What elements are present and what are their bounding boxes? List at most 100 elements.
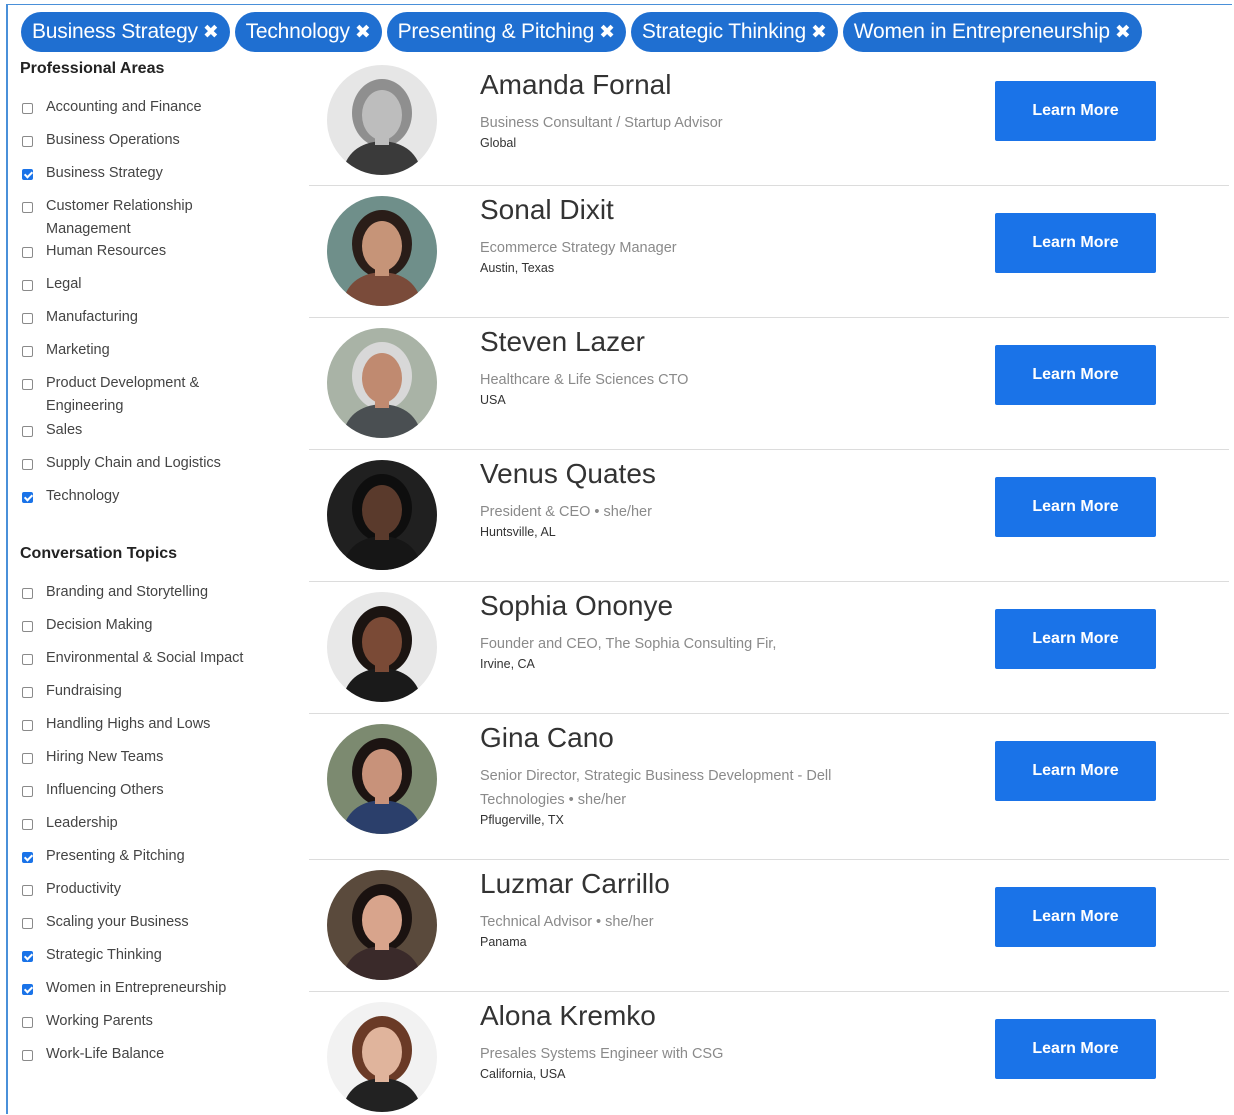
checkbox[interactable] — [22, 819, 33, 830]
checkbox[interactable] — [22, 588, 33, 599]
filter-option[interactable]: Women in Entrepreneurship — [20, 980, 280, 1000]
mentor-info: Sonal Dixit Ecommerce Strategy Manager Aus… — [480, 194, 900, 276]
filter-option[interactable]: Hiring New Teams — [20, 749, 280, 769]
learn-more-button[interactable]: Learn More — [995, 887, 1156, 947]
filter-option-label: Handling Highs and Lows — [46, 716, 211, 732]
mentor-name[interactable]: Sophia Ononye — [480, 590, 900, 622]
avatar[interactable] — [327, 724, 437, 834]
avatar[interactable] — [327, 870, 437, 980]
mentor-info: Steven Lazer Healthcare & Life Sciences C… — [480, 326, 900, 408]
avatar[interactable] — [327, 460, 437, 570]
close-x-icon[interactable]: ✖ — [203, 23, 219, 42]
mentor-location: USA — [480, 393, 506, 407]
checkbox-checked[interactable] — [22, 169, 33, 180]
filter-option[interactable]: Product Development & Engineering — [20, 375, 280, 418]
filter-option[interactable]: Accounting and Finance — [20, 99, 280, 119]
checkbox[interactable] — [22, 379, 33, 390]
checkbox-checked[interactable] — [22, 951, 33, 962]
checkbox[interactable] — [22, 687, 33, 698]
filter-option[interactable]: Strategic Thinking — [20, 947, 280, 967]
filter-option[interactable]: Legal — [20, 276, 280, 296]
filter-option[interactable]: Decision Making — [20, 617, 280, 637]
learn-more-button[interactable]: Learn More — [995, 81, 1156, 141]
mentor-card: Alona Kremko Presales Systems Engineer wi… — [309, 991, 1229, 1115]
filter-chip[interactable]: Business Strategy ✖ — [21, 12, 230, 52]
filter-option[interactable]: Scaling your Business — [20, 914, 280, 934]
filter-option[interactable]: Supply Chain and Logistics — [20, 455, 280, 475]
filter-option[interactable]: Manufacturing — [20, 309, 280, 329]
avatar[interactable] — [327, 592, 437, 702]
filter-option-label: Marketing — [46, 342, 110, 358]
filter-option[interactable]: Business Operations — [20, 132, 280, 152]
avatar[interactable] — [327, 65, 437, 175]
checkbox[interactable] — [22, 313, 33, 324]
checkbox[interactable] — [22, 885, 33, 896]
filter-option[interactable]: Human Resources — [20, 243, 280, 263]
mentor-name[interactable]: Gina Cano — [480, 722, 900, 754]
filter-option[interactable]: Technology — [20, 488, 280, 508]
filter-option[interactable]: Presenting & Pitching — [20, 848, 280, 868]
filter-option[interactable]: Leadership — [20, 815, 280, 835]
checkbox[interactable] — [22, 918, 33, 929]
filter-option[interactable]: Work-Life Balance — [20, 1046, 280, 1066]
checkbox[interactable] — [22, 753, 33, 764]
mentor-role: Senior Director, Strategic Business Deve… — [480, 768, 832, 808]
checkbox[interactable] — [22, 654, 33, 665]
filter-option[interactable]: Productivity — [20, 881, 280, 901]
mentor-role: Presales Systems Engineer with CSG — [480, 1046, 724, 1062]
filter-option[interactable]: Fundraising — [20, 683, 280, 703]
learn-more-button[interactable]: Learn More — [995, 609, 1156, 669]
checkbox-checked[interactable] — [22, 984, 33, 995]
filter-chip[interactable]: Strategic Thinking ✖ — [630, 12, 838, 52]
filter-option[interactable]: Branding and Storytelling — [20, 584, 280, 604]
mentor-name[interactable]: Alona Kremko — [480, 1000, 900, 1032]
filter-option[interactable]: Business Strategy — [20, 165, 280, 185]
mentor-name[interactable]: Luzmar Carrillo — [480, 868, 900, 900]
mentor-location: Irvine, CA — [480, 657, 535, 671]
learn-more-button[interactable]: Learn More — [995, 741, 1156, 801]
checkbox[interactable] — [22, 1050, 33, 1061]
checkbox-checked[interactable] — [22, 492, 33, 503]
checkbox-checked[interactable] — [22, 852, 33, 863]
filter-option-label: Leadership — [46, 815, 118, 831]
checkbox[interactable] — [22, 346, 33, 357]
mentor-name[interactable]: Steven Lazer — [480, 326, 900, 358]
avatar[interactable] — [327, 328, 437, 438]
filter-option[interactable]: Handling Highs and Lows — [20, 716, 280, 736]
checkbox[interactable] — [22, 426, 33, 437]
learn-more-button[interactable]: Learn More — [995, 477, 1156, 537]
filter-option[interactable]: Working Parents — [20, 1013, 280, 1033]
filter-option[interactable]: Customer Relationship Management — [20, 198, 280, 241]
checkbox[interactable] — [22, 202, 33, 213]
checkbox[interactable] — [22, 786, 33, 797]
learn-more-button[interactable]: Learn More — [995, 213, 1156, 273]
mentor-name[interactable]: Sonal Dixit — [480, 194, 900, 226]
checkbox[interactable] — [22, 621, 33, 632]
filter-option[interactable]: Environmental & Social Impact — [20, 650, 280, 670]
checkbox[interactable] — [22, 280, 33, 291]
close-x-icon[interactable]: ✖ — [1115, 23, 1131, 42]
filter-option[interactable]: Sales — [20, 422, 280, 442]
learn-more-button[interactable]: Learn More — [995, 1019, 1156, 1079]
filter-chip[interactable]: Technology ✖ — [234, 12, 382, 52]
filter-chip[interactable]: Presenting & Pitching ✖ — [386, 12, 626, 52]
mentor-card: Luzmar Carrillo Technical Advisor • she/h… — [309, 859, 1229, 992]
mentor-name[interactable]: Venus Quates — [480, 458, 900, 490]
close-x-icon[interactable]: ✖ — [599, 23, 615, 42]
checkbox[interactable] — [22, 247, 33, 258]
filter-option[interactable]: Marketing — [20, 342, 280, 362]
filter-option-label: Working Parents — [46, 1013, 153, 1029]
checkbox[interactable] — [22, 103, 33, 114]
close-x-icon[interactable]: ✖ — [811, 23, 827, 42]
avatar[interactable] — [327, 1002, 437, 1112]
filter-chip[interactable]: Women in Entrepreneurship ✖ — [842, 12, 1142, 52]
filter-option[interactable]: Influencing Others — [20, 782, 280, 802]
mentor-name[interactable]: Amanda Fornal — [480, 69, 900, 101]
avatar[interactable] — [327, 196, 437, 306]
learn-more-button[interactable]: Learn More — [995, 345, 1156, 405]
checkbox[interactable] — [22, 1017, 33, 1028]
close-x-icon[interactable]: ✖ — [355, 23, 371, 42]
checkbox[interactable] — [22, 459, 33, 470]
checkbox[interactable] — [22, 720, 33, 731]
checkbox[interactable] — [22, 136, 33, 147]
